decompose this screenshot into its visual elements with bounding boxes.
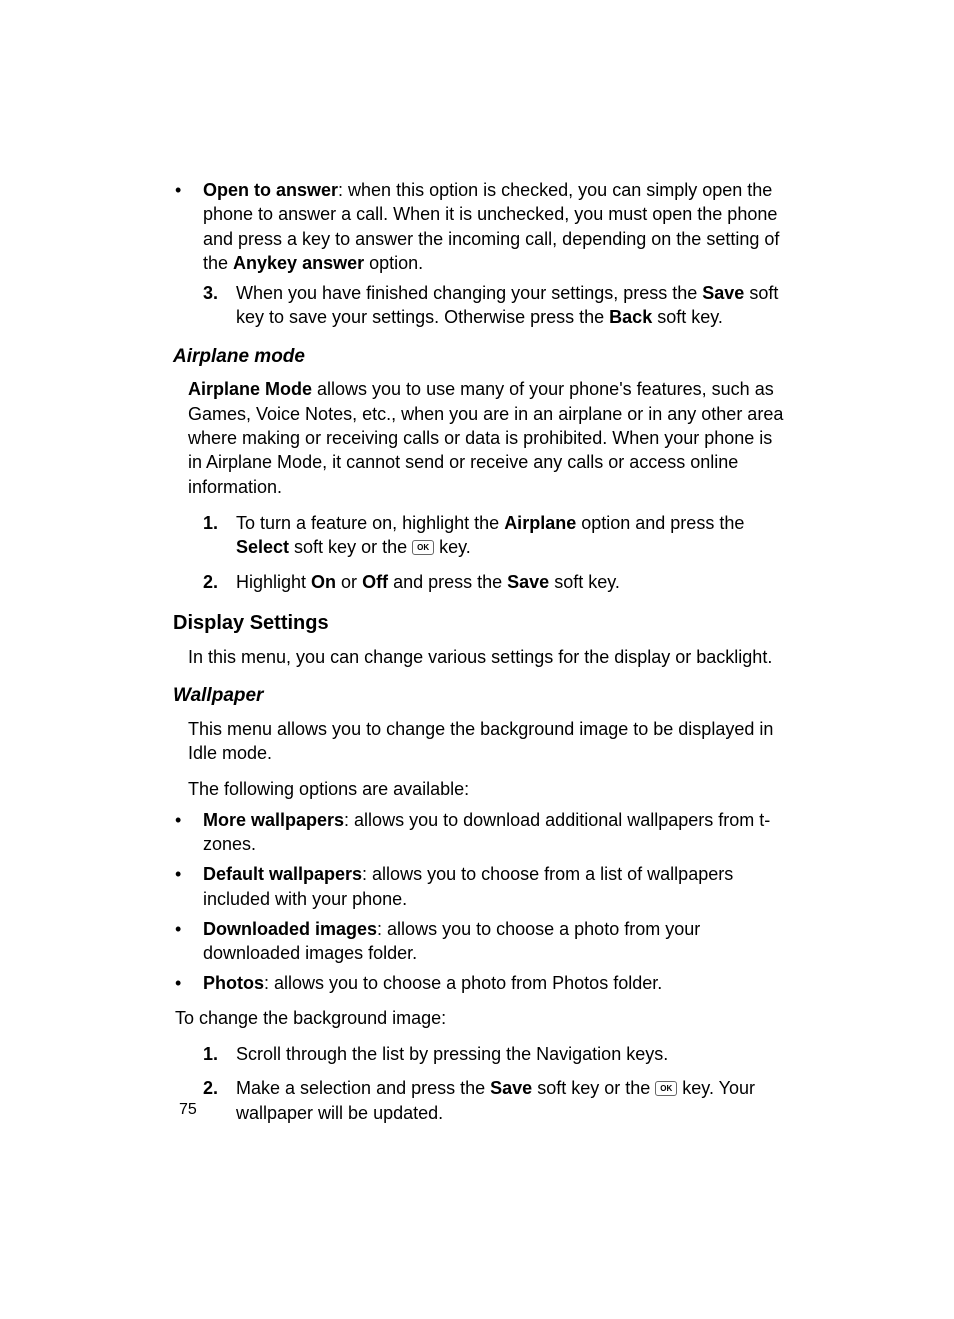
step-number: 1. [203,1042,236,1066]
term: Photos [203,973,264,993]
paragraph-display: In this menu, you can change various set… [188,645,784,669]
bullet-text: Default wallpapers: allows you to choose… [203,862,784,911]
text: To turn a feature on, highlight the [236,513,504,533]
bullet-photos: • Photos: allows you to choose a photo f… [175,971,784,995]
bullet-marker: • [175,808,203,857]
bullet-text: Downloaded images: allows you to choose … [203,917,784,966]
step-text: Scroll through the list by pressing the … [236,1042,784,1066]
key-save: Save [702,283,744,303]
bullet-more-wallpapers: • More wallpapers: allows you to downloa… [175,808,784,857]
option-off: Off [362,572,388,592]
step-3: 3. When you have finished changing your … [175,281,784,330]
step-number: 3. [203,281,236,330]
paragraph-change-image: To change the background image: [175,1006,784,1030]
term: More wallpapers [203,810,344,830]
step-number: 2. [203,570,236,594]
bullet-text: Photos: allows you to choose a photo fro… [203,971,784,995]
ok-key-icon: OK [412,540,434,555]
bullet-text: More wallpapers: allows you to download … [203,808,784,857]
key-save: Save [507,572,549,592]
text: soft key or the [289,537,412,557]
key-select: Select [236,537,289,557]
option-on: On [311,572,336,592]
term-open-to-answer: Open to answer [203,180,338,200]
step-text: When you have finished changing your set… [236,281,784,330]
step-text: To turn a feature on, highlight the Airp… [236,511,784,560]
text: or [336,572,362,592]
term: Default wallpapers [203,864,362,884]
heading-airplane-mode: Airplane mode [173,344,784,370]
bullet-marker: • [175,971,203,995]
key-back: Back [609,307,652,327]
step-number: 1. [203,511,236,560]
text: option. [364,253,423,273]
text: option and press the [576,513,744,533]
bullet-marker: • [175,862,203,911]
bullet-downloaded-images: • Downloaded images: allows you to choos… [175,917,784,966]
text: Make a selection and press the [236,1078,490,1098]
page-number: 75 [179,1099,197,1121]
step-number: 2. [203,1076,236,1125]
step-text: Make a selection and press the Save soft… [236,1076,784,1125]
option-airplane: Airplane [504,513,576,533]
term: Downloaded images [203,919,377,939]
bullet-open-to-answer: • Open to answer: when this option is ch… [175,178,784,275]
term-anykey-answer: Anykey answer [233,253,364,273]
text: key. [434,537,471,557]
ok-key-icon: OK [655,1081,677,1096]
text: soft key. [549,572,620,592]
page: • Open to answer: when this option is ch… [0,0,954,1319]
term-airplane-mode: Airplane Mode [188,379,312,399]
step-airplane-2: 2. Highlight On or Off and press the Sav… [175,570,784,594]
text: : allows you to choose a photo from Phot… [264,973,662,993]
paragraph-airplane: Airplane Mode allows you to use many of … [188,377,784,498]
bullet-marker: • [175,178,203,275]
text: soft key or the [532,1078,655,1098]
text: and press the [388,572,507,592]
heading-display-settings: Display Settings [173,610,784,637]
text: soft key. [652,307,723,327]
bullet-default-wallpapers: • Default wallpapers: allows you to choo… [175,862,784,911]
text: Highlight [236,572,311,592]
step-airplane-1: 1. To turn a feature on, highlight the A… [175,511,784,560]
key-save: Save [490,1078,532,1098]
heading-wallpaper: Wallpaper [173,683,784,709]
paragraph-options-intro: The following options are available: [188,777,784,801]
step-wallpaper-1: 1. Scroll through the list by pressing t… [175,1042,784,1066]
bullet-marker: • [175,917,203,966]
paragraph-wallpaper-desc: This menu allows you to change the backg… [188,717,784,766]
bullet-text: Open to answer: when this option is chec… [203,178,784,275]
text: When you have finished changing your set… [236,283,702,303]
step-text: Highlight On or Off and press the Save s… [236,570,784,594]
step-wallpaper-2: 2. Make a selection and press the Save s… [175,1076,784,1125]
